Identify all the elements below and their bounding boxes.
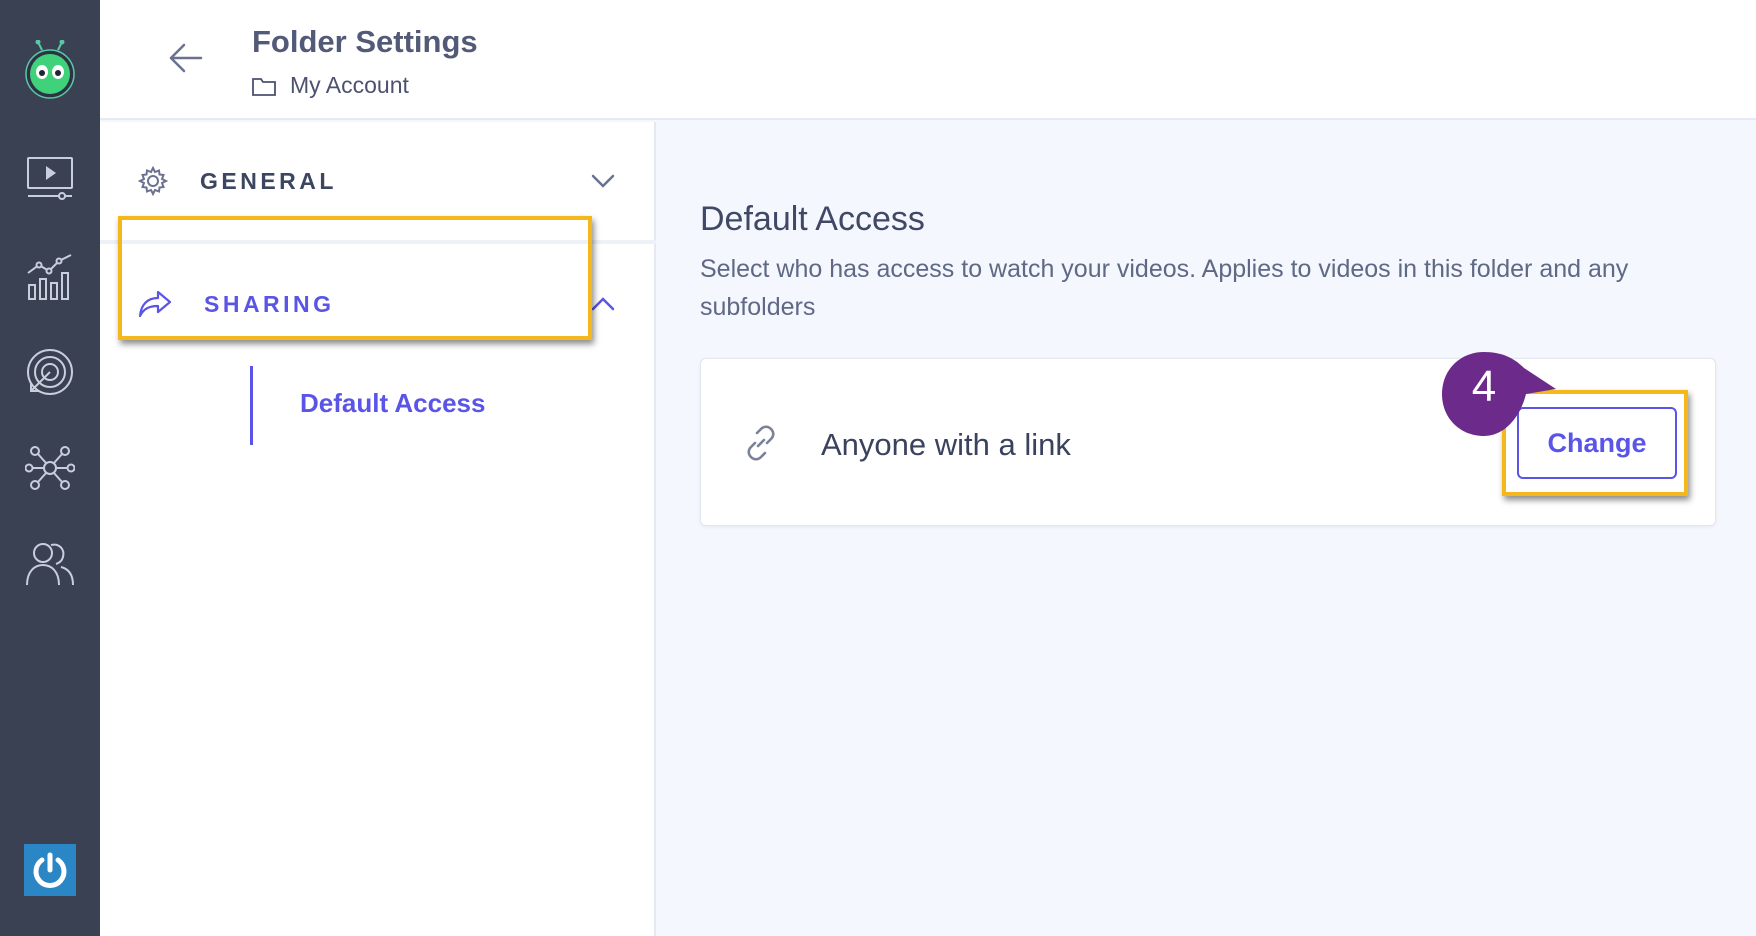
logo-icon[interactable]	[24, 40, 76, 99]
folder-icon	[252, 77, 276, 96]
breadcrumb-label: My Account	[290, 72, 409, 98]
power-icon[interactable]	[24, 844, 76, 896]
gear-icon	[138, 166, 168, 196]
nav-item-default-access-label: Default Access	[300, 388, 486, 418]
analytics-icon[interactable]	[24, 250, 76, 302]
link-icon	[747, 425, 775, 461]
breadcrumb[interactable]: My Account	[252, 72, 409, 99]
app-sidebar	[0, 0, 100, 936]
section-heading: Default Access	[700, 200, 925, 238]
integrations-icon[interactable]	[24, 442, 76, 494]
chevron-up-icon	[591, 297, 615, 311]
section-general[interactable]: GENERAL	[100, 133, 656, 229]
back-button[interactable]	[164, 36, 208, 80]
team-icon[interactable]	[24, 538, 76, 590]
section-general-label: GENERAL	[200, 167, 337, 194]
page-title: Folder Settings	[252, 24, 478, 59]
section-description: Select who has access to watch your vide…	[700, 255, 1629, 321]
arrow-left-icon	[169, 43, 203, 73]
chevron-down-icon	[591, 174, 615, 188]
active-indicator	[250, 366, 253, 445]
page-header: Folder Settings My Account	[100, 0, 1756, 120]
access-value: Anyone with a link	[821, 427, 1071, 462]
highlight-box	[118, 216, 592, 340]
video-library-icon[interactable]	[24, 152, 76, 204]
target-icon[interactable]	[24, 346, 76, 398]
step-number: 4	[1471, 362, 1497, 411]
